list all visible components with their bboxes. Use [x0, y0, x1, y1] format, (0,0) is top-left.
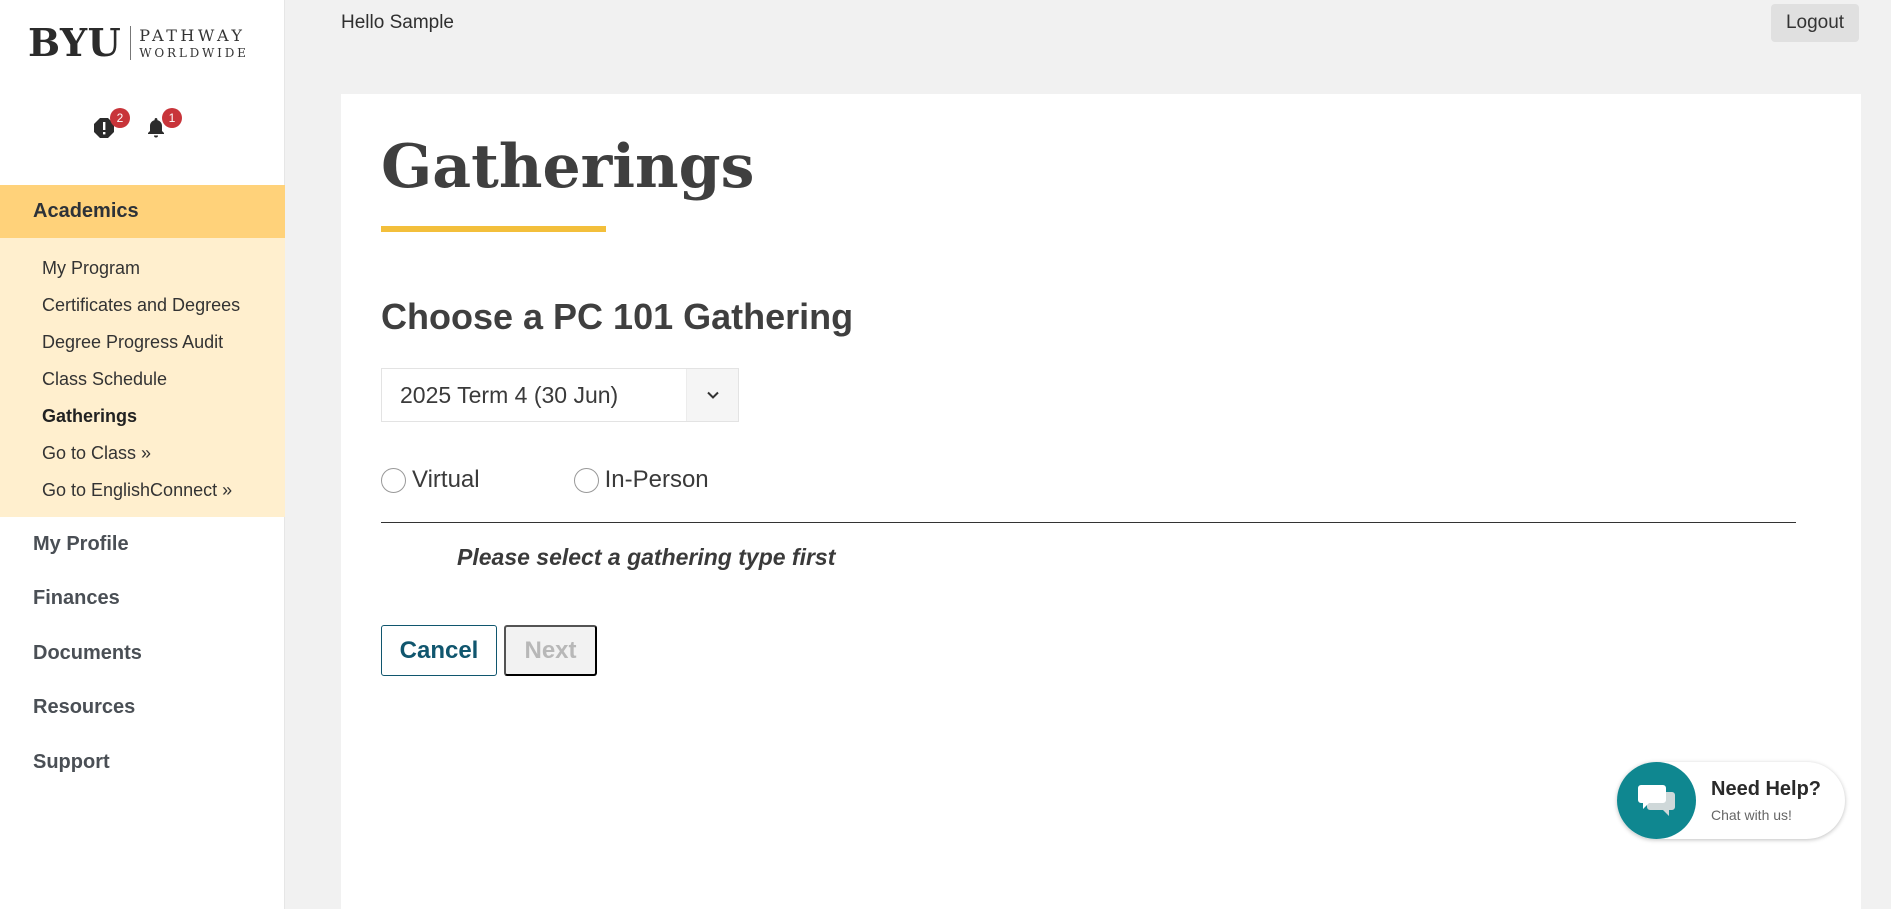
sidebar-item-support[interactable]: Support — [0, 735, 285, 790]
sidebar-item-resources[interactable]: Resources — [0, 681, 285, 736]
sidebar-item-documents[interactable]: Documents — [0, 626, 285, 681]
section-title: Choose a PC 101 Gathering — [381, 296, 854, 337]
subnav-item-my-program[interactable]: My Program — [0, 250, 285, 287]
logo-line1: PATHWAY — [139, 25, 246, 45]
alerts-count-badge: 2 — [110, 108, 130, 128]
sidebar-item-my-profile[interactable]: My Profile — [0, 517, 285, 572]
main-nav: My Profile Finances Documents Resources … — [0, 517, 285, 790]
subnav-item-degree-progress-audit[interactable]: Degree Progress Audit — [0, 324, 285, 361]
subnav-item-class-schedule[interactable]: Class Schedule — [0, 361, 285, 398]
title-underline — [381, 226, 606, 232]
logo-separator — [130, 26, 132, 60]
hint-text: Please select a gathering type first — [457, 544, 836, 570]
chat-icon-svg — [1637, 784, 1675, 816]
chevron-down-icon[interactable] — [686, 369, 738, 421]
cancel-button[interactable]: Cancel — [381, 625, 497, 676]
radio-virtual-circle[interactable] — [381, 467, 406, 493]
notification-row: 2 1 — [90, 108, 182, 142]
subnav-item-go-to-englishconnect[interactable]: Go to EnglishConnect » — [0, 472, 285, 509]
radio-in-person-label: In-Person — [604, 466, 709, 493]
radio-virtual[interactable]: Virtual — [381, 466, 480, 494]
sidebar-item-finances[interactable]: Finances — [0, 572, 285, 627]
page-title: Gatherings — [381, 132, 755, 202]
academics-subnav: My Program Certificates and Degrees Degr… — [0, 238, 285, 517]
help-title: Need Help? — [1711, 778, 1822, 800]
greeting-text: Hello Sample — [341, 12, 454, 33]
radio-virtual-label: Virtual — [412, 466, 480, 493]
logo-byu-text: BYU — [28, 20, 122, 65]
radio-in-person[interactable]: In-Person — [573, 466, 709, 494]
logo-line2: WORLDWIDE — [139, 45, 249, 60]
next-button[interactable]: Next — [504, 625, 597, 676]
term-select[interactable]: 2025 Term 4 (30 Jun) — [381, 368, 739, 422]
need-help-widget[interactable]: Need Help? Chat with us! — [1617, 762, 1845, 839]
sidebar-item-academics[interactable]: Academics — [0, 185, 285, 238]
sidebar: BYU PATHWAY WORLDWIDE 2 1 Academics My P… — [0, 0, 285, 909]
subnav-item-gatherings[interactable]: Gatherings — [0, 398, 285, 435]
bell-count-badge: 1 — [162, 108, 182, 128]
chat-bubble-icon[interactable] — [1617, 762, 1696, 839]
logout-button[interactable]: Logout — [1771, 4, 1859, 42]
subnav-item-go-to-class[interactable]: Go to Class » — [0, 435, 285, 472]
notifications-button[interactable]: 1 — [142, 108, 182, 142]
byu-pathway-logo[interactable]: BYU PATHWAY WORLDWIDE — [28, 24, 249, 62]
help-subtitle: Chat with us! — [1711, 807, 1792, 823]
subnav-item-certificates-and-degrees[interactable]: Certificates and Degrees — [0, 287, 285, 324]
chevron-down-icon-svg — [706, 391, 719, 399]
term-select-value: 2025 Term 4 (30 Jun) — [400, 381, 619, 408]
radio-in-person-circle[interactable] — [573, 467, 599, 493]
divider — [381, 522, 1796, 523]
logo-pathway-text: PATHWAY WORLDWIDE — [139, 25, 249, 60]
gathering-type-radio-group: Virtual In-Person — [381, 466, 803, 494]
alerts-button[interactable]: 2 — [90, 108, 130, 142]
